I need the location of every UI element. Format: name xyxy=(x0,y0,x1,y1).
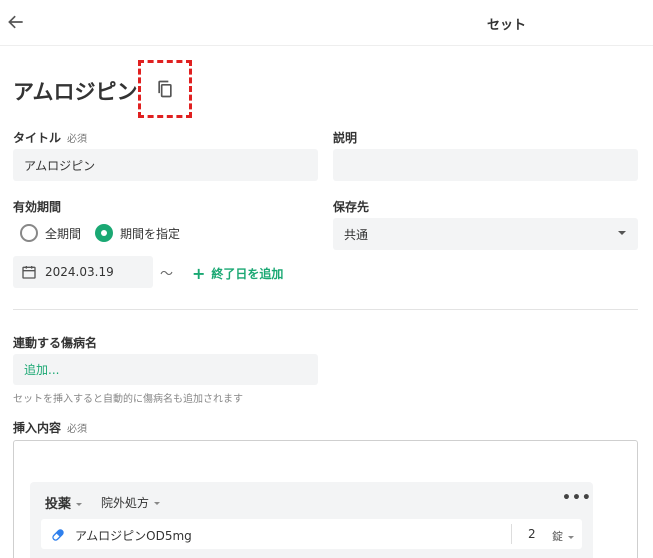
more-options-icon[interactable]: ••• xyxy=(562,490,592,506)
required-badge: 必須 xyxy=(67,134,88,145)
start-date-value: 2024.03.19 xyxy=(45,265,114,279)
save-select[interactable]: 共通 xyxy=(333,218,638,250)
caret-down-icon xyxy=(568,535,574,539)
disease-helper-text: セットを挿入すると自動的に傷病名も追加されます xyxy=(13,394,243,405)
radio-specify-period-label: 期間を指定 xyxy=(120,226,181,241)
date-range-separator: 〜 xyxy=(160,267,174,282)
plus-icon: + xyxy=(192,264,206,283)
pill-icon xyxy=(52,529,64,541)
caret-down-icon xyxy=(154,502,161,505)
copy-button[interactable] xyxy=(138,60,192,118)
start-date-field[interactable]: 2024.03.19 xyxy=(13,256,153,288)
content-label: 挿入内容 必須 xyxy=(13,419,87,436)
page-title: アムロジピン xyxy=(13,80,138,104)
add-end-date-label: 終了日を追加 xyxy=(211,267,284,281)
order-subtype-label: 院外処方 xyxy=(101,496,150,510)
chevron-down-icon xyxy=(618,231,626,235)
disease-add-input[interactable]: 追加... xyxy=(13,354,318,385)
drug-unit-label: 錠 xyxy=(552,530,563,543)
order-type-label: 投薬 xyxy=(45,497,72,512)
drug-separator xyxy=(511,524,512,544)
period-label: 有効期間 xyxy=(13,200,62,214)
save-select-value: 共通 xyxy=(344,227,369,242)
required-badge: 必須 xyxy=(67,424,88,435)
radio-checked-icon xyxy=(95,224,113,242)
app-header: セット xyxy=(0,0,653,46)
caret-down-icon xyxy=(76,503,83,506)
drug-quantity[interactable]: 2 xyxy=(528,527,536,541)
disease-label: 連動する傷病名 xyxy=(13,336,98,350)
copy-icon xyxy=(158,80,172,98)
radio-all-period[interactable]: 全期間 xyxy=(20,224,81,242)
description-label: 説明 xyxy=(333,131,358,145)
radio-all-period-label: 全期間 xyxy=(45,226,82,241)
save-label: 保存先 xyxy=(333,200,370,214)
order-subtype-select[interactable]: 院外処方 xyxy=(101,494,161,511)
drug-name: アムロジピンOD5mg xyxy=(75,529,192,543)
order-type-select[interactable]: 投薬 xyxy=(45,493,83,512)
title-label-text: タイトル xyxy=(13,131,62,145)
title-label: タイトル 必須 xyxy=(13,129,87,146)
description-input[interactable] xyxy=(333,149,638,181)
add-end-date-button[interactable]: + 終了日を追加 xyxy=(192,264,283,283)
calendar-icon xyxy=(22,266,36,279)
section-divider xyxy=(13,309,638,310)
radio-circle-icon xyxy=(20,224,38,242)
content-label-text: 挿入内容 xyxy=(13,421,62,435)
radio-specify-period[interactable]: 期間を指定 xyxy=(95,224,180,242)
header-title: セット xyxy=(486,18,526,33)
title-input[interactable]: アムロジピン xyxy=(13,149,318,181)
drug-unit-select[interactable]: 錠 xyxy=(552,528,574,544)
